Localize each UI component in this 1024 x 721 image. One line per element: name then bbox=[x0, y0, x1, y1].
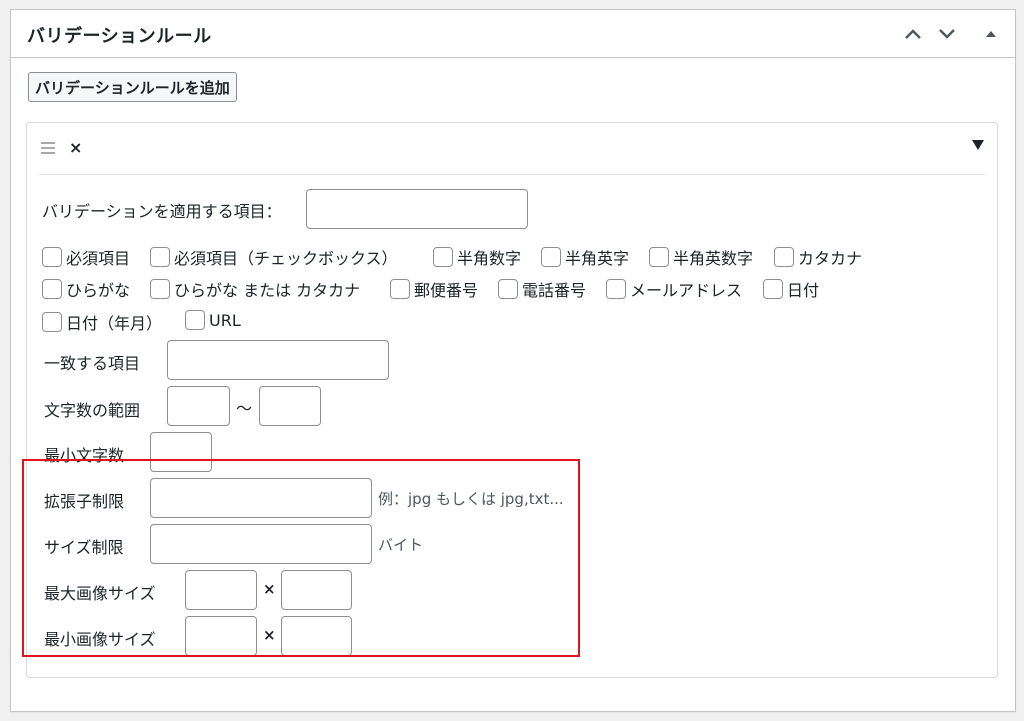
checkbox-box[interactable] bbox=[498, 279, 518, 299]
checkbox-half-width-alpha[interactable]: 半角英字 bbox=[541, 245, 629, 269]
target-field-label: バリデーションを適用する項目： bbox=[42, 202, 282, 221]
checkbox-required-checkbox[interactable]: 必須項目（チェックボックス） bbox=[150, 245, 398, 269]
extension-restriction-input[interactable] bbox=[150, 478, 372, 518]
max-image-height-input[interactable] bbox=[281, 570, 352, 610]
size-restriction-label: サイズ制限 bbox=[44, 538, 124, 557]
checkbox-year-month[interactable]: 日付（年月） bbox=[42, 310, 162, 334]
checkbox-email[interactable]: メールアドレス bbox=[606, 277, 742, 301]
checkbox-label: 半角英字 bbox=[565, 249, 630, 268]
length-range-label: 文字数の範囲 bbox=[44, 401, 141, 420]
checkbox-box[interactable] bbox=[606, 279, 626, 299]
checkbox-required[interactable]: 必須項目 bbox=[42, 245, 130, 269]
max-image-width-input[interactable] bbox=[185, 570, 257, 610]
checkbox-label: カタカナ bbox=[798, 249, 863, 268]
add-validation-rule-button[interactable]: バリデーションルールを追加 bbox=[28, 72, 237, 102]
triangle-up-icon bbox=[986, 31, 996, 37]
checkbox-box[interactable] bbox=[42, 279, 62, 299]
checkbox-label: URL bbox=[209, 310, 241, 330]
checkbox-box[interactable] bbox=[150, 247, 170, 267]
checkbox-label: 郵便番号 bbox=[414, 281, 479, 300]
checkbox-half-width-numeric[interactable]: 半角数字 bbox=[433, 245, 521, 269]
length-min-input[interactable] bbox=[167, 386, 230, 426]
extension-restriction-label: 拡張子制限 bbox=[44, 492, 125, 511]
checkbox-box[interactable] bbox=[763, 279, 783, 299]
match-field-label: 一致する項目 bbox=[44, 354, 141, 373]
collapse-toggle-button[interactable] bbox=[977, 20, 1005, 48]
move-down-button[interactable] bbox=[933, 20, 961, 48]
checkbox-phone-number[interactable]: 電話番号 bbox=[498, 277, 586, 301]
drag-handle-icon[interactable] bbox=[41, 142, 55, 154]
postbox-header: バリデーションルール bbox=[11, 10, 1015, 58]
min-image-height-input[interactable] bbox=[281, 616, 352, 656]
checkbox-box[interactable] bbox=[390, 279, 410, 299]
chevron-up-icon bbox=[905, 29, 921, 39]
rule-item-header: × bbox=[39, 123, 985, 175]
checkbox-label: 日付（年月） bbox=[66, 314, 163, 333]
checkbox-hiragana-or-katakana[interactable]: ひらがな または カタカナ bbox=[150, 277, 360, 301]
min-image-width-input[interactable] bbox=[185, 616, 257, 656]
length-max-input[interactable] bbox=[259, 386, 321, 426]
move-up-button[interactable] bbox=[899, 20, 927, 48]
min-length-input[interactable] bbox=[150, 432, 212, 472]
checkbox-label: 電話番号 bbox=[522, 281, 587, 300]
checkbox-url[interactable]: URL bbox=[185, 310, 241, 330]
checkbox-box[interactable] bbox=[150, 279, 170, 299]
remove-rule-button[interactable]: × bbox=[69, 138, 82, 157]
dimension-separator: × bbox=[263, 580, 276, 598]
checkbox-label: ひらがな bbox=[66, 281, 131, 300]
checkbox-label: 必須項目（チェックボックス） bbox=[174, 249, 398, 268]
max-image-size-label: 最大画像サイズ bbox=[44, 584, 156, 603]
validation-rule-item: × バリデーションを適用する項目： 必須項目 必須項目（チェックボックス） 半角… bbox=[26, 122, 998, 678]
chevron-down-icon bbox=[939, 29, 955, 39]
checkbox-label: メールアドレス bbox=[630, 281, 743, 300]
validation-rules-postbox: バリデーションルール バリデーションルールを追加 × バリデーションを適用する項… bbox=[10, 9, 1016, 712]
checkbox-label: 必須項目 bbox=[66, 249, 131, 268]
target-field-input[interactable] bbox=[306, 189, 528, 229]
extension-hint: 例：jpg もしくは jpg,txt... bbox=[378, 490, 564, 508]
match-field-input[interactable] bbox=[167, 340, 389, 380]
size-unit-label: バイト bbox=[378, 536, 424, 554]
checkbox-label: 半角英数字 bbox=[673, 249, 754, 268]
checkbox-box[interactable] bbox=[185, 310, 205, 330]
checkbox-box[interactable] bbox=[774, 247, 794, 267]
triangle-down-icon[interactable] bbox=[971, 139, 985, 151]
checkbox-date[interactable]: 日付 bbox=[763, 277, 819, 301]
size-restriction-input[interactable] bbox=[150, 524, 372, 564]
checkbox-box[interactable] bbox=[541, 247, 561, 267]
checkbox-katakana[interactable]: カタカナ bbox=[774, 245, 862, 269]
checkbox-postal-code[interactable]: 郵便番号 bbox=[390, 277, 478, 301]
checkbox-box[interactable] bbox=[42, 247, 62, 267]
postbox-title: バリデーションルール bbox=[27, 26, 212, 47]
checkbox-box[interactable] bbox=[649, 247, 669, 267]
checkbox-label: 日付 bbox=[787, 281, 820, 300]
range-separator: 〜 bbox=[236, 399, 253, 418]
min-image-size-label: 最小画像サイズ bbox=[44, 630, 156, 649]
checkbox-label: ひらがな または カタカナ bbox=[174, 281, 361, 300]
checkbox-label: 半角数字 bbox=[457, 249, 522, 268]
checkbox-hiragana[interactable]: ひらがな bbox=[42, 277, 130, 301]
checkbox-half-width-alnum[interactable]: 半角英数字 bbox=[649, 245, 753, 269]
dimension-separator: × bbox=[263, 626, 276, 644]
checkbox-box[interactable] bbox=[42, 312, 62, 332]
min-length-label: 最小文字数 bbox=[44, 446, 125, 465]
checkbox-box[interactable] bbox=[433, 247, 453, 267]
